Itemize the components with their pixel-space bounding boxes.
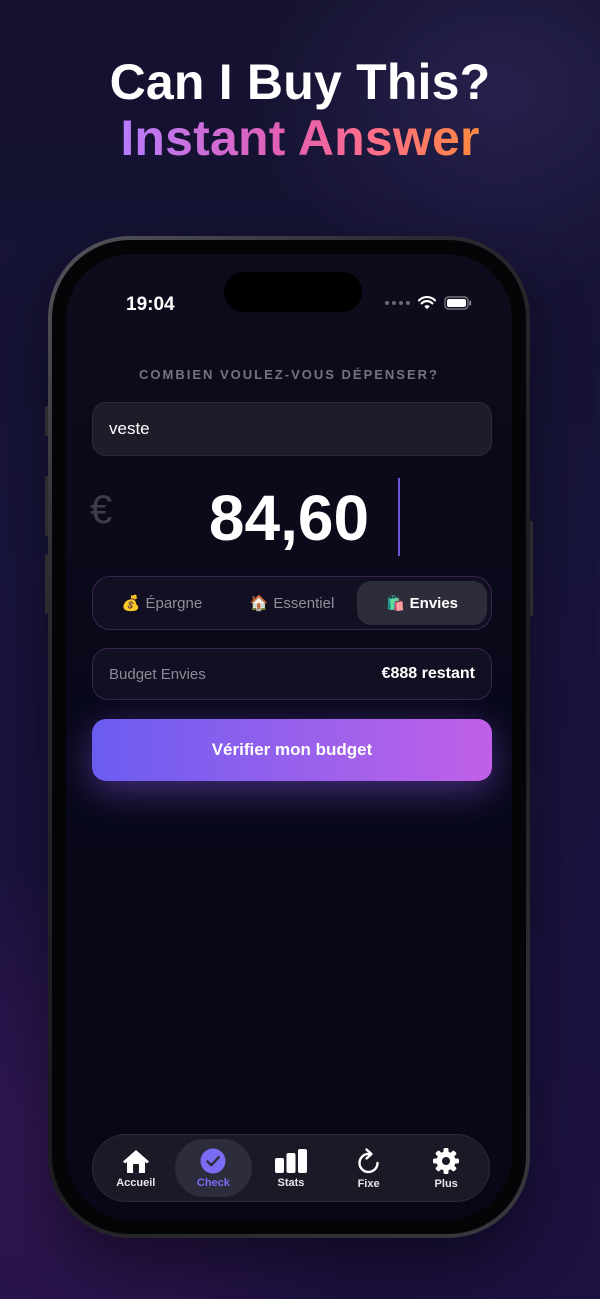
check-budget-button[interactable]: Vérifier mon budget — [92, 719, 492, 781]
money-bag-icon: 💰 — [121, 594, 141, 612]
bar-chart-icon — [274, 1148, 307, 1173]
item-name-input[interactable]: veste — [92, 402, 492, 456]
amount-input[interactable]: 84,60 — [66, 482, 512, 554]
tab-stats[interactable]: Stats — [252, 1139, 330, 1197]
status-time: 19:04 — [126, 294, 175, 315]
category-envies[interactable]: 🛍️ Envies — [357, 581, 487, 625]
category-selector: 💰 Épargne 🏠 Essentiel 🛍️ Envies — [92, 576, 492, 630]
promo-subheadline: Instant Answer — [0, 108, 600, 168]
status-icons — [385, 296, 472, 310]
signal-icon — [385, 301, 410, 305]
tab-label: Stats — [277, 1176, 305, 1189]
tab-check[interactable]: Check — [174, 1139, 253, 1197]
gear-icon — [433, 1147, 460, 1174]
volume-down-button — [45, 554, 48, 614]
tab-plus[interactable]: Plus — [407, 1139, 485, 1197]
category-label: Épargne — [145, 594, 203, 612]
shopping-bags-icon: 🛍️ — [385, 594, 405, 612]
phone-frame: 19:04 COMBIEN VOULEZ-VOUS DÉPENSER? vest… — [45, 236, 533, 1238]
budget-summary: Budget Envies €888 restant — [92, 648, 492, 700]
category-essentiel[interactable]: 🏠 Essentiel — [227, 581, 357, 625]
volume-up-button — [45, 476, 48, 536]
check-circle-icon — [200, 1148, 226, 1173]
app-screen: 19:04 COMBIEN VOULEZ-VOUS DÉPENSER? vest… — [66, 254, 512, 1220]
home-icon — [122, 1149, 149, 1173]
budget-remaining: €888 restant — [381, 665, 475, 682]
promo-subheadline-text: Instant Answer — [120, 110, 480, 166]
promo-headline: Can I Buy This? — [109, 54, 491, 110]
category-epargne[interactable]: 💰 Épargne — [97, 581, 227, 625]
tab-label: Check — [196, 1176, 230, 1189]
text-cursor — [398, 478, 400, 556]
budget-label: Budget Envies — [109, 665, 206, 683]
wifi-icon — [418, 296, 436, 310]
power-button — [530, 521, 533, 616]
battery-icon — [444, 296, 472, 310]
tab-bar: Accueil Check Stats Fixe Plus — [92, 1134, 490, 1202]
dynamic-island — [224, 272, 362, 312]
action-button — [45, 406, 48, 436]
tab-accueil[interactable]: Accueil — [97, 1139, 175, 1197]
house-icon: 🏠 — [249, 594, 269, 612]
category-label: Envies — [409, 594, 459, 612]
amount-question: COMBIEN VOULEZ-VOUS DÉPENSER? — [139, 367, 439, 382]
refresh-icon — [357, 1147, 379, 1173]
phone-bezel: 19:04 COMBIEN VOULEZ-VOUS DÉPENSER? vest… — [52, 240, 526, 1234]
tab-label: Accueil — [116, 1176, 156, 1189]
item-name-value: veste — [109, 419, 150, 438]
tab-label: Fixe — [357, 1177, 380, 1190]
tab-label: Plus — [434, 1177, 458, 1190]
tab-fixe[interactable]: Fixe — [330, 1139, 408, 1197]
category-label: Essentiel — [273, 594, 335, 612]
